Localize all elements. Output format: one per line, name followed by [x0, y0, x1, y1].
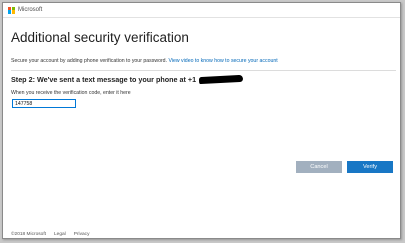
verify-button[interactable]: Verify — [347, 161, 393, 173]
footer-legal-link[interactable]: Legal — [54, 232, 66, 237]
brand-name: Microsoft — [18, 7, 43, 13]
footer: ©2018 Microsoft Legal Privacy — [11, 232, 89, 237]
verification-code-input[interactable] — [12, 99, 76, 108]
intro-paragraph: Secure your account by adding phone veri… — [11, 58, 396, 64]
cancel-button[interactable]: Cancel — [296, 161, 342, 173]
code-hint: When you receive the verification code, … — [11, 90, 131, 96]
intro-text: Secure your account by adding phone veri… — [11, 58, 168, 64]
section-divider — [11, 70, 396, 71]
step-heading: Step 2: We've sent a text message to you… — [11, 74, 244, 85]
browser-page: Microsoft Additional security verificati… — [2, 2, 401, 239]
microsoft-logo-icon — [8, 6, 15, 14]
page-title: Additional security verification — [11, 30, 189, 45]
redacted-phone-number — [198, 74, 244, 85]
footer-privacy-link[interactable]: Privacy — [74, 232, 90, 237]
footer-copyright: ©2018 Microsoft — [11, 232, 46, 237]
step-text: Step 2: We've sent a text message to you… — [11, 75, 197, 84]
top-bar: Microsoft — [3, 3, 400, 18]
secure-account-video-link[interactable]: View video to know how to secure your ac… — [168, 58, 277, 64]
